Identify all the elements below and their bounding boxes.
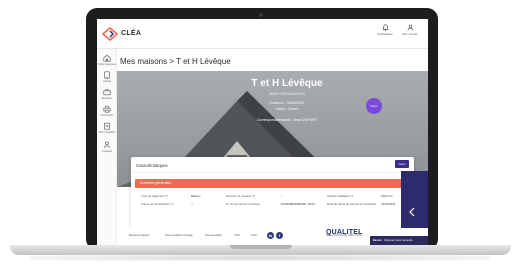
footer-link-legal[interactable]: Mentions légales [129,234,149,237]
house-doc-icon [103,54,111,62]
project-status: Statut : Ouvert [275,107,299,111]
field-label: N° de permis de construire [226,202,261,206]
laptop-base-notch [230,245,292,249]
help-request-chip[interactable]: Besoin Déposez votre demande [370,236,428,245]
sidebar: Fiche logement Carnet Entretien Document… [97,49,117,245]
sidebar-item-contacts[interactable]: Contacts [97,141,117,153]
field-label: Date de dépôt du permis de construire [327,202,377,206]
tablet-icon [104,71,110,79]
card-title: Caractéristiques [136,163,168,168]
chip-text: Déposez votre demande [384,239,413,242]
laptop-screen: CLÉA Notifications Mon compte Fiche loge… [97,19,428,245]
sidebar-item-label: Entretien [101,97,113,100]
sidebar-item-label: Documents [100,114,114,117]
clea-logo-icon [102,27,118,41]
section-header: Données générales [135,179,408,188]
field-value: — [191,202,194,206]
printer-icon [103,105,111,113]
field-label: Surface habitable (*) [327,194,354,198]
sidebar-item-suivi-chantier[interactable]: Suivi Chantier [97,122,117,134]
section-title: Données générales [140,181,172,186]
account-button[interactable]: Mon compte [397,24,423,36]
sidebar-item-documents[interactable]: Documents [97,105,117,117]
manage-project-button[interactable]: Gérer [366,98,382,114]
footer: Mentions légales Nos conditions d'usage … [117,228,428,245]
project-correspondent: Correspondant client : Jean DUPONT [256,118,318,122]
project-title: T et H Lévêque [251,78,323,89]
sidebar-item-label: Carnet [103,80,111,83]
sidebar-item-label: Suivi Chantier [98,131,116,134]
qualitel-tagline: BIEN CONSTRUIRE, BIEN VIVRE [326,235,362,237]
footer-link-terms[interactable]: Nos conditions d'usage [165,234,193,237]
notifications-label: Notifications [377,32,393,36]
laptop-base [10,245,511,255]
account-label: Mon compte [402,32,418,36]
project-delivery: Livraison : 06/05/2021 [269,101,305,105]
sidebar-item-label: Contacts [101,150,113,153]
field-label: Nombre de niveaux (*) [226,194,255,198]
toolbox-icon [103,89,111,96]
card-divider [131,172,414,173]
field-value: 100.0 m² [381,194,393,198]
laptop-camera [259,13,263,17]
sidebar-item-entretien[interactable]: Entretien [97,88,117,100]
user-icon [407,24,413,31]
manage-characteristics-button[interactable]: Gérer [395,160,409,168]
field-value: Maison [191,194,201,198]
bell-icon [381,24,389,31]
notifications-button[interactable]: Notifications [372,24,398,36]
field-label: Année de construction (*) [141,202,174,206]
sidebar-item-label: Fiche logement [98,63,116,66]
app-name: CLÉA [121,30,142,37]
footer-link-cgv[interactable]: CGV [251,234,257,237]
footer-link-cgu[interactable]: CGU [234,234,240,237]
clipboard-icon [104,122,110,130]
field-value: PC04000135Z0025, TEST [281,202,316,206]
chevron-left-icon [409,207,415,217]
footer-link-news[interactable]: Nos actualités [205,234,222,237]
field-label: Type de logement (*) [141,194,168,198]
laptop-shadow [30,255,491,261]
characteristics-card: Caractéristiques Gérer Données générales… [131,157,414,235]
sidebar-item-carnet[interactable]: Carnet [97,71,117,83]
field-value: 01/01/2021 [381,202,396,206]
person-icon [104,141,110,149]
breadcrumb: Mes maisons > T et H Lévêque [120,57,231,66]
field-value: – [281,194,283,198]
linkedin-icon[interactable]: in [267,232,274,239]
project-city: 36200 CHÂTEAUROUX [268,92,306,96]
sidebar-item-fiche-logement[interactable]: Fiche logement [97,54,117,66]
facebook-icon[interactable]: f [276,232,283,239]
qualitel-logo: QUALITEL BIEN CONSTRUIRE, BIEN VIVRE [326,229,363,237]
chip-title: Besoin [373,239,382,242]
top-bar: CLÉA Notifications Mon compte [97,19,428,49]
